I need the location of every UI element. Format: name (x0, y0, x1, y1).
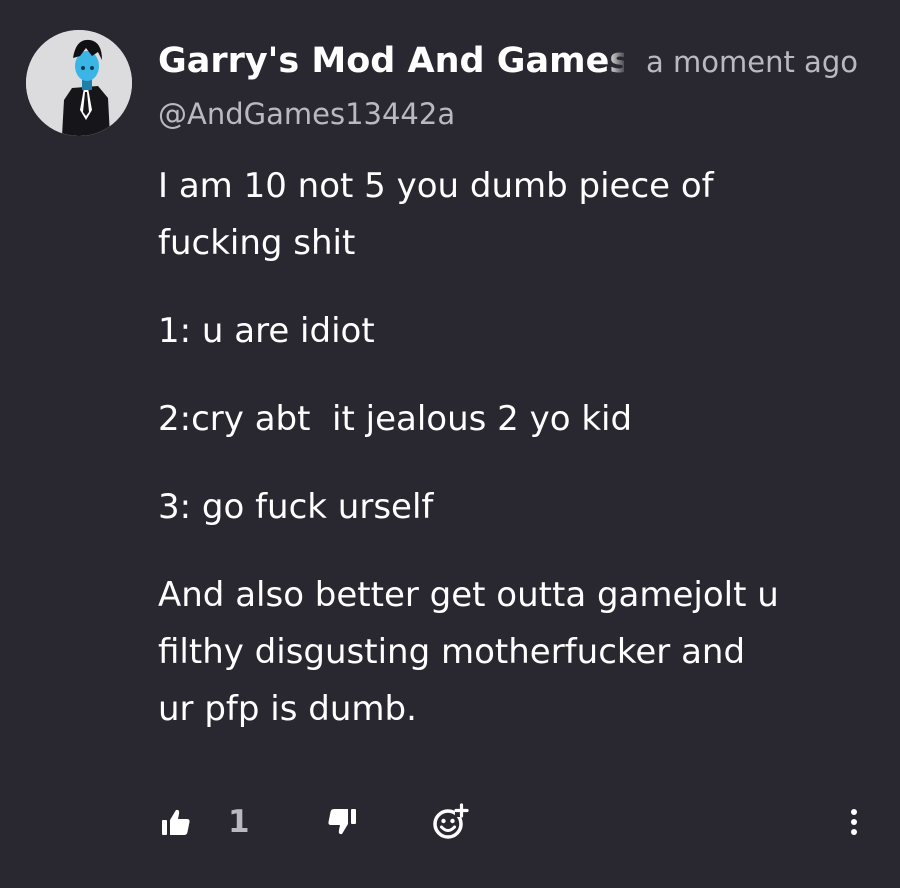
avatar[interactable] (26, 30, 132, 136)
comment-actions: 1 (0, 796, 900, 848)
author-name-container[interactable]: Garry's Mod And Games (158, 36, 624, 86)
like-button[interactable] (156, 796, 196, 848)
add-reaction-icon (433, 803, 469, 839)
avatar-image (26, 30, 132, 136)
comment-paragraph: 3: go fuck urself (158, 487, 434, 527)
comment-paragraph: 2:cry abt it jealous 2 yo kid (158, 399, 633, 439)
more-options-button[interactable] (838, 796, 870, 848)
comment-paragraph: 1: u are idiot (158, 311, 375, 351)
comment-body: I am 10 not 5 you dumb piece of fucking … (158, 158, 878, 769)
add-reaction-button[interactable] (426, 796, 474, 848)
author-name[interactable]: Garry's Mod And Games (158, 41, 624, 81)
dislike-button[interactable] (322, 796, 362, 848)
thumbs-up-icon (162, 809, 190, 835)
author-handle[interactable]: @AndGames13442a (158, 92, 455, 136)
like-count: 1 (228, 804, 250, 840)
author-name-fade (606, 36, 628, 86)
comment-paragraph: And also better get outta gamejolt u fil… (158, 575, 779, 729)
more-options-icon (851, 809, 857, 835)
comment-paragraph: I am 10 not 5 you dumb piece of fucking … (158, 166, 714, 263)
comment-card: Garry's Mod And Games a moment ago @AndG… (0, 0, 900, 888)
comment-timestamp: a moment ago (646, 45, 858, 79)
thumbs-down-icon (328, 809, 356, 835)
